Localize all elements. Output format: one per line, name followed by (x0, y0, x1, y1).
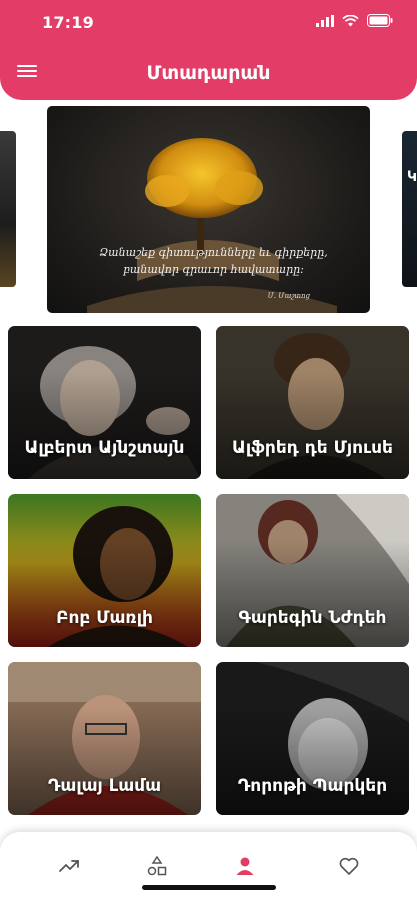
signal-icon (316, 14, 334, 27)
battery-icon (367, 14, 393, 27)
author-name: Դալայ Լամա (47, 776, 162, 796)
home-indicator (142, 885, 276, 890)
tree-book-illustration (87, 138, 337, 313)
author-card-marley[interactable]: Բոբ Մառլի (8, 494, 201, 647)
carousel-prev-slide[interactable] (0, 131, 16, 287)
author-name: Դորոթի Պարկեր (237, 776, 388, 796)
banner-quote: Ձանաշեք գիտությունները եւ գիրքերը, բանավ… (99, 246, 328, 276)
page-title: Մտադարան (146, 62, 271, 84)
author-name: Ալբերտ Այնշտայն (24, 438, 185, 458)
banner-author: Մ. Մաշտոց (267, 292, 310, 300)
author-name: Բոբ Մառլի (56, 608, 153, 628)
wifi-icon (342, 14, 359, 26)
categories-icon[interactable] (145, 854, 169, 878)
status-icons (316, 14, 393, 27)
author-card-parker[interactable]: Դորոթի Պարկեր (216, 662, 409, 815)
carousel-next-slide[interactable]: Կ (402, 131, 417, 287)
featured-quote-banner[interactable]: Ձանաշեք գիտությունները եւ գիրքերը, բանավ… (47, 106, 370, 313)
author-card-einstein[interactable]: Ալբերտ Այնշտայն (8, 326, 201, 479)
author-name: Գարեգին Նժդեհ (238, 608, 387, 628)
app-header: 17:19 Մտադարան (0, 0, 417, 100)
favorites-icon[interactable] (337, 854, 361, 878)
trending-icon[interactable] (57, 854, 81, 878)
author-card-dalai-lama[interactable]: Դալայ Լամա (8, 662, 201, 815)
next-slide-letter: Կ (407, 169, 417, 185)
author-card-nzhdeh[interactable]: Գարեգին Նժդեհ (216, 494, 409, 647)
author-card-musset[interactable]: Ալֆրեդ դե Մյուսե (216, 326, 409, 479)
author-name: Ալֆրեդ դե Մյուսե (232, 438, 393, 458)
status-time: 17:19 (42, 13, 94, 32)
authors-icon[interactable] (233, 854, 257, 878)
